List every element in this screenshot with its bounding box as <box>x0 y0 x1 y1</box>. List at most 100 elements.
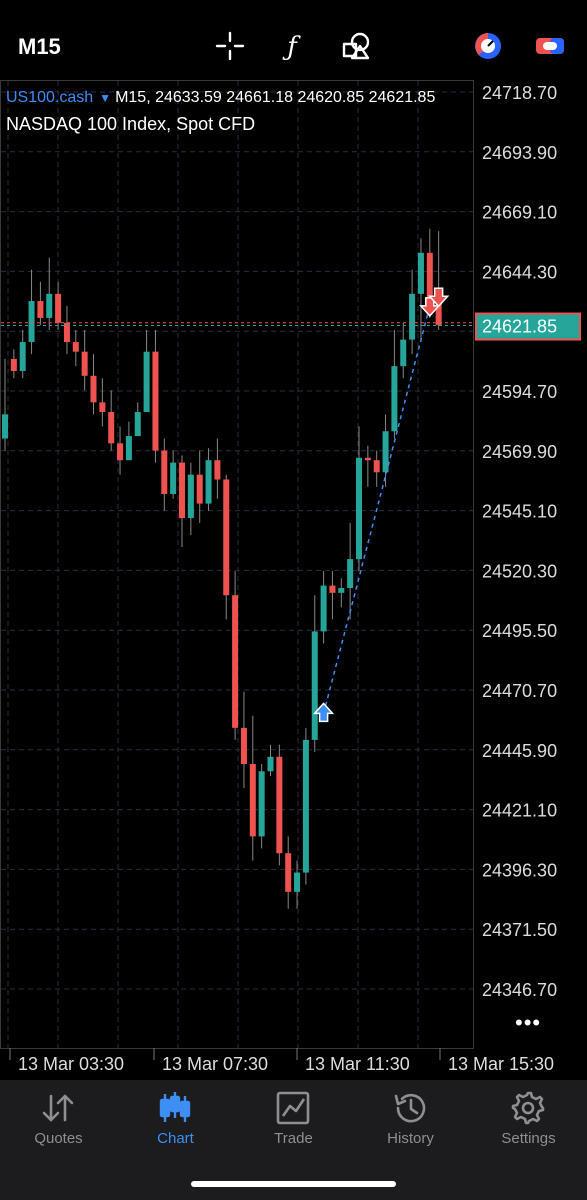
trade-icon <box>276 1091 310 1125</box>
candle-body <box>196 474 203 504</box>
tab-label: History <box>387 1130 434 1147</box>
candle-body <box>134 411 141 437</box>
candle-body <box>373 460 380 473</box>
top-toolbar: M15 ƒ <box>0 0 587 80</box>
candle-body <box>152 351 159 451</box>
price-tick-label: 24644.30 <box>482 262 557 282</box>
candle-body <box>391 366 398 432</box>
function-icon[interactable]: ƒ <box>272 26 312 66</box>
candle-body <box>400 339 407 367</box>
price-tick-label: 24693.90 <box>482 143 557 163</box>
candle-body <box>240 727 247 765</box>
candle-body <box>320 585 327 632</box>
price-tick-label: 24396.30 <box>482 860 557 880</box>
candle-body <box>302 739 309 873</box>
candle-body <box>311 631 318 740</box>
candle-body <box>409 293 416 340</box>
candle-body <box>223 479 230 596</box>
candle-body <box>338 588 345 593</box>
candle-body <box>10 358 17 371</box>
candle-body <box>364 457 371 461</box>
more-options-icon[interactable]: ••• <box>515 1010 541 1036</box>
candle-body <box>81 351 88 376</box>
candle-body <box>187 474 194 519</box>
candle-body <box>426 252 433 299</box>
price-tick-label: 24669.10 <box>482 203 557 223</box>
candle-body <box>28 301 35 343</box>
svg-text:ƒ: ƒ <box>282 32 301 61</box>
candle-body <box>90 375 97 403</box>
candle-body <box>258 771 265 837</box>
tab-settings[interactable]: Settings <box>470 1080 587 1160</box>
candle-body <box>55 293 62 323</box>
one-click-trading-icon[interactable] <box>530 26 570 66</box>
price-tick-label: 24545.10 <box>482 502 557 522</box>
candle-body <box>143 351 150 412</box>
candle-body <box>285 853 292 892</box>
candle-body <box>294 872 301 892</box>
plot-frame <box>0 80 474 1049</box>
candle-body <box>179 462 185 519</box>
candle-body <box>37 301 44 318</box>
price-tick-label: 24445.90 <box>482 741 557 761</box>
candle-body <box>125 436 132 461</box>
candle-body <box>417 252 424 294</box>
candle-body <box>117 443 124 461</box>
current-price-label: 24621.85 <box>482 317 557 337</box>
candle-body <box>108 411 115 444</box>
trade-toggle-icon[interactable] <box>468 26 508 66</box>
price-tick-label: 24371.50 <box>482 920 557 940</box>
candle-body <box>2 414 8 439</box>
quotes-icon <box>42 1094 74 1122</box>
candle-body <box>72 342 79 352</box>
history-icon <box>394 1093 426 1123</box>
candle-body <box>46 293 53 318</box>
candle-body <box>214 460 221 480</box>
tab-quotes[interactable]: Quotes <box>0 1080 117 1160</box>
candle-body <box>205 460 212 504</box>
tab-label: Quotes <box>34 1130 83 1147</box>
candle-body <box>170 462 177 494</box>
crosshair-icon[interactable] <box>210 26 250 66</box>
price-tick-label: 24346.70 <box>482 980 557 1000</box>
candle-body <box>161 450 168 494</box>
symbol-header: US100.cash ▼ M15, 24633.59 24661.18 24620.… <box>6 89 435 107</box>
time-tick-label: 13 Mar 11:30 <box>305 1054 410 1074</box>
tab-trade[interactable]: Trade <box>235 1080 352 1160</box>
tab-history[interactable]: History <box>352 1080 469 1160</box>
price-tick-label: 24470.70 <box>482 681 557 701</box>
price-tick-label: 24520.30 <box>482 561 557 581</box>
tab-label: Chart <box>157 1130 194 1147</box>
price-tick-label: 24421.10 <box>482 801 557 821</box>
settings-icon <box>511 1091 545 1125</box>
candle-body <box>19 342 26 371</box>
tab-label: Settings <box>501 1130 556 1147</box>
ohlc-readout: M15, 24633.59 24661.18 24620.85 24621.85 <box>115 89 436 106</box>
symbol-description: NASDAQ 100 Index, Spot CFD <box>6 114 256 134</box>
timeframe-button[interactable]: M15 <box>18 34 61 60</box>
time-tick-label: 13 Mar 03:30 <box>18 1054 124 1074</box>
candle-body <box>356 457 362 560</box>
candle-body <box>382 431 389 473</box>
candle-body <box>267 756 274 772</box>
objects-icon[interactable] <box>336 26 376 66</box>
tab-label: Trade <box>274 1130 313 1147</box>
candle-body <box>347 559 354 589</box>
time-tick-label: 13 Mar 07:30 <box>162 1054 268 1074</box>
home-indicator <box>191 1181 396 1187</box>
dropdown-arrow-icon[interactable]: ▼ <box>99 91 111 105</box>
time-tick-label: 13 Mar 15:30 <box>448 1054 554 1074</box>
candle-body <box>232 595 239 728</box>
price-tick-label: 24594.70 <box>482 382 557 402</box>
candle-body <box>99 402 106 412</box>
price-tick-label: 24495.50 <box>482 621 557 641</box>
price-tick-label: 24718.70 <box>482 83 557 103</box>
price-tick-label: 24569.90 <box>482 442 557 462</box>
chart-icon <box>159 1092 191 1122</box>
candle-body <box>276 756 283 854</box>
price-chart[interactable]: 24718.7024693.9024669.1024644.3024619.50… <box>0 80 587 1080</box>
candle-body <box>329 585 336 593</box>
trade-link-line <box>322 305 431 714</box>
tab-chart[interactable]: Chart <box>117 1080 234 1160</box>
symbol-selector[interactable]: US100.cash <box>6 89 93 106</box>
